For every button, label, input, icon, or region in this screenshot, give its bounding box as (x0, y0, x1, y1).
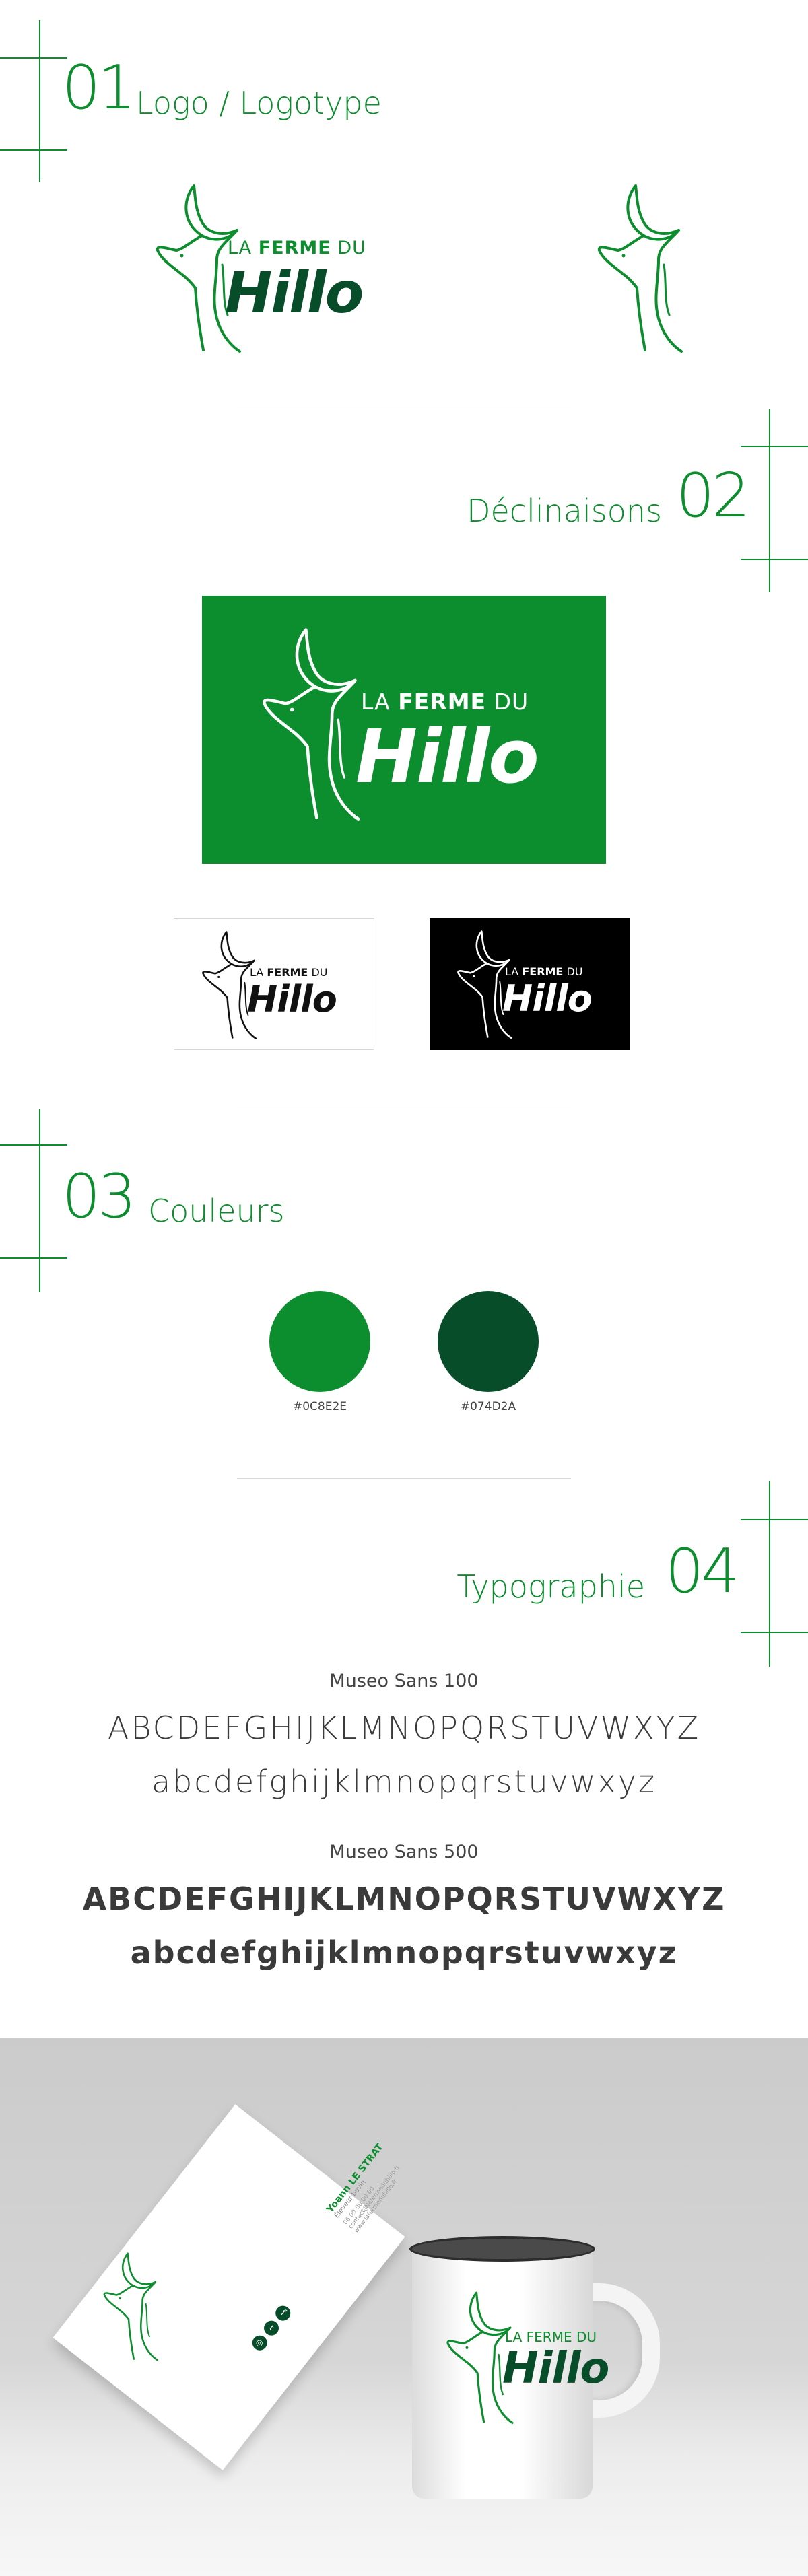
logo-tagline: LA FERME DU (250, 966, 328, 979)
mug: LA FERME DU Hillo (409, 2236, 660, 2499)
color-hex-secondary: #074D2A (460, 1400, 516, 1414)
color-hex-primary: #0C8E2E (292, 1400, 347, 1414)
section-title: Typographie (457, 1568, 645, 1605)
facebook-icon: f (272, 2303, 294, 2324)
guide-vertical (39, 20, 40, 182)
section-number: 04 (665, 1536, 740, 1607)
logo-variant-black: LA FERME DU Hillo (430, 918, 630, 1050)
font-name: Museo Sans 100 (329, 1671, 479, 1692)
section-title: Couleurs (148, 1193, 285, 1229)
business-card: Yoann LE STRAT Éleveur bovin 06 00 00 00… (53, 2104, 405, 2470)
guide-horizontal (741, 1632, 808, 1633)
section-title: Logo / Logotype (136, 85, 382, 121)
main-logo: LA FERME DU Hillo (155, 180, 370, 355)
bull-head-icon (261, 609, 369, 838)
twitter-icon: t (261, 2318, 282, 2339)
mockup-scene: Yoann LE STRAT Éleveur bovin 06 00 00 00… (0, 2038, 808, 2576)
guide-horizontal (0, 1144, 67, 1146)
guide-horizontal (741, 1519, 808, 1520)
divider (237, 1478, 571, 1479)
logo-wordmark: Hillo (225, 260, 364, 326)
guide-vertical (39, 1109, 40, 1292)
section-number: 03 (62, 1161, 137, 1232)
color-swatch-primary (269, 1291, 370, 1392)
guide-vertical (769, 409, 770, 592)
card-role: Éleveur bovin (333, 2178, 368, 2220)
logo-wordmark: Hillo (502, 977, 593, 1020)
logo-variant-green: LA FERME DU Hillo (202, 596, 606, 864)
bull-head-icon (102, 2246, 163, 2367)
logo-wordmark: Hillo (502, 2344, 609, 2394)
section-title: Déclinaisons (467, 493, 662, 529)
guide-horizontal (0, 149, 67, 151)
card-phone: 06 00 00 00 00 (342, 2185, 376, 2227)
logo-wordmark: Hillo (356, 713, 539, 800)
logo-variant-white: LA FERME DU Hillo (174, 918, 374, 1050)
font-name: Museo Sans 500 (329, 1842, 479, 1863)
guide-horizontal (741, 559, 808, 560)
guide-horizontal (741, 446, 808, 447)
section-number: 01 (62, 53, 137, 123)
card-contact: Yoann LE STRAT Éleveur bovin 06 00 00 00… (325, 2076, 462, 2235)
color-swatch-secondary (438, 1291, 539, 1392)
font-sample-uppercase: ABCDEFGHIJKLMNOPQRSTUVWXYZ (82, 1881, 726, 1917)
section-number: 02 (676, 460, 751, 531)
font-sample-uppercase: ABCDEFGHIJKLMNOPQRSTUVWXYZ (107, 1710, 701, 1746)
logo-tagline: LA FERME DU (505, 965, 583, 978)
logo-wordmark: Hillo (247, 978, 337, 1020)
instagram-icon: ◎ (249, 2332, 271, 2354)
logo-tagline: LA FERME DU (228, 238, 366, 258)
guide-horizontal (0, 1257, 67, 1259)
guide-horizontal (0, 57, 67, 59)
font-sample-lowercase: abcdefghijklmnopqrstuvwxyz (130, 1935, 678, 1971)
logo-tagline: LA FERME DU (361, 689, 529, 715)
font-sample-lowercase: abcdefghijklmnopqrstuvwxyz (151, 1764, 657, 1800)
mug-rim (409, 2236, 595, 2262)
social-icons: f t ◎ (249, 2303, 294, 2354)
guide-vertical (769, 1481, 770, 1667)
bull-head-icon (597, 180, 691, 355)
logo-tagline: LA FERME DU (505, 2329, 597, 2345)
